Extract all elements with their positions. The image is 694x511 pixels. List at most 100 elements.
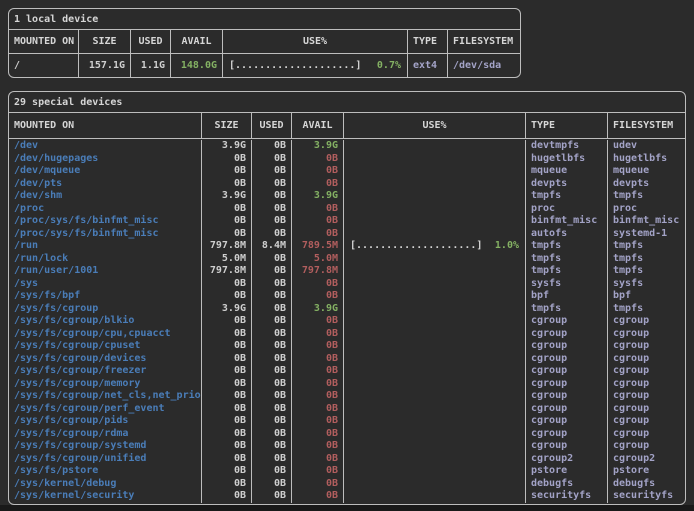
filesystem-cell: cgroup [607, 340, 685, 353]
filesystem-cell: pstore [607, 465, 685, 478]
device-row: /sys/fs/cgroup/cpuset 0B 0B 0B cgroup cg… [9, 340, 685, 353]
filesystem-cell: tmpfs [607, 253, 685, 266]
usage-bar: [....................] [350, 240, 482, 253]
avail-cell: 3.9G [291, 190, 343, 203]
type-cell: binfmt_misc [525, 215, 607, 228]
mounted-on-cell: /proc [9, 203, 201, 216]
size-cell: 0B [201, 340, 251, 353]
device-row: /sys 0B 0B 0B sysfs sysfs [9, 278, 685, 291]
used-cell: 0B [251, 490, 291, 503]
used-cell: 0B [251, 303, 291, 316]
mounted-on-cell: /proc/sys/fs/binfmt_misc [9, 228, 201, 241]
use-percent-cell [343, 165, 525, 178]
size-cell: 797.8M [201, 240, 251, 253]
mounted-on-cell: /sys/fs/cgroup/rdma [9, 428, 201, 441]
use-percent-cell [343, 278, 525, 291]
type-cell: tmpfs [525, 265, 607, 278]
used-cell: 0B [251, 390, 291, 403]
table-header-row: MOUNTED ON SIZE USED AVAIL USE% TYPE FIL… [9, 113, 685, 139]
filesystem-cell: proc [607, 203, 685, 216]
filesystem-cell: udev [607, 140, 685, 153]
used-cell: 1.1G [130, 54, 170, 77]
type-cell: cgroup [525, 428, 607, 441]
type-cell: bpf [525, 290, 607, 303]
size-cell: 0B [201, 365, 251, 378]
avail-cell: 789.5M [291, 240, 343, 253]
use-percent-cell [343, 190, 525, 203]
device-row: /sys/fs/cgroup/memory 0B 0B 0B cgroup cg… [9, 378, 685, 391]
device-row: /dev/mqueue 0B 0B 0B mqueue mqueue [9, 165, 685, 178]
filesystem-cell: cgroup [607, 440, 685, 453]
use-percent-cell [343, 253, 525, 266]
size-cell: 0B [201, 440, 251, 453]
use-percent-cell [343, 378, 525, 391]
use-percent-cell: [....................]1.0% [343, 240, 525, 253]
filesystem-cell: cgroup [607, 390, 685, 403]
avail-cell: 0B [291, 365, 343, 378]
filesystem-cell: tmpfs [607, 303, 685, 316]
avail-cell: 5.0M [291, 253, 343, 266]
header-avail: AVAIL [170, 30, 222, 53]
filesystem-cell: binfmt_misc [607, 215, 685, 228]
device-row: /dev/shm 3.9G 0B 3.9G tmpfs tmpfs [9, 190, 685, 203]
type-cell: securityfs [525, 490, 607, 503]
avail-cell: 0B [291, 340, 343, 353]
type-cell: cgroup [525, 378, 607, 391]
avail-cell: 0B [291, 378, 343, 391]
used-cell: 0B [251, 265, 291, 278]
usage-bar: [....................] [229, 54, 361, 77]
device-row: /sys/fs/cgroup/net_cls,net_prio 0B 0B 0B… [9, 390, 685, 403]
mounted-on-cell: /run [9, 240, 201, 253]
avail-cell: 0B [291, 440, 343, 453]
avail-cell: 0B [291, 403, 343, 416]
use-percent-cell [343, 215, 525, 228]
header-use-percent: USE% [343, 113, 525, 138]
type-cell: cgroup [525, 365, 607, 378]
avail-cell: 0B [291, 328, 343, 341]
filesystem-cell: tmpfs [607, 265, 685, 278]
used-cell: 0B [251, 215, 291, 228]
header-filesystem: FILESYSTEM [447, 30, 520, 53]
avail-cell: 0B [291, 478, 343, 491]
device-row: /sys/fs/cgroup/rdma 0B 0B 0B cgroup cgro… [9, 428, 685, 441]
device-row: /sys/fs/bpf 0B 0B 0B bpf bpf [9, 290, 685, 303]
used-cell: 0B [251, 190, 291, 203]
mounted-on-cell: /run/lock [9, 253, 201, 266]
mounted-on-cell: /dev/mqueue [9, 165, 201, 178]
use-percent-cell [343, 290, 525, 303]
header-mounted-on: MOUNTED ON [9, 113, 201, 138]
local-devices-table: 1 local device MOUNTED ON SIZE USED AVAI… [8, 8, 521, 78]
device-row: /sys/fs/cgroup/systemd 0B 0B 0B cgroup c… [9, 440, 685, 453]
used-cell: 0B [251, 153, 291, 166]
usage-percent: 0.7% [377, 54, 401, 77]
mounted-on-cell: /dev/hugepages [9, 153, 201, 166]
used-cell: 0B [251, 165, 291, 178]
type-cell: cgroup [525, 403, 607, 416]
size-cell: 797.8M [201, 265, 251, 278]
mounted-on-cell: /sys/fs/cgroup/net_cls,net_prio [9, 390, 201, 403]
filesystem-cell: cgroup [607, 415, 685, 428]
device-row: /dev 3.9G 0B 3.9G devtmpfs udev [9, 140, 685, 153]
special-devices-table: 29 special devices MOUNTED ON SIZE USED … [8, 91, 686, 505]
device-row: /proc/sys/fs/binfmt_misc 0B 0B 0B binfmt… [9, 215, 685, 228]
avail-cell: 3.9G [291, 303, 343, 316]
use-percent-cell [343, 140, 525, 153]
use-percent-cell [343, 153, 525, 166]
filesystem-cell: cgroup2 [607, 453, 685, 466]
avail-cell: 0B [291, 465, 343, 478]
terminal-screen: 1 local device MOUNTED ON SIZE USED AVAI… [0, 0, 694, 511]
mounted-on-cell: /sys/fs/cgroup/cpuset [9, 340, 201, 353]
avail-cell: 797.8M [291, 265, 343, 278]
type-cell: cgroup2 [525, 453, 607, 466]
use-percent-cell [343, 178, 525, 191]
use-percent-cell [343, 465, 525, 478]
filesystem-cell: devpts [607, 178, 685, 191]
device-row: /sys/kernel/debug 0B 0B 0B debugfs debug… [9, 478, 685, 491]
mounted-on-cell: /sys/fs/cgroup/perf_event [9, 403, 201, 416]
size-cell: 5.0M [201, 253, 251, 266]
use-percent-cell [343, 353, 525, 366]
size-cell: 0B [201, 228, 251, 241]
mounted-on-cell: /sys/kernel/debug [9, 478, 201, 491]
terminal-bottom-edge [0, 505, 694, 511]
size-cell: 0B [201, 328, 251, 341]
